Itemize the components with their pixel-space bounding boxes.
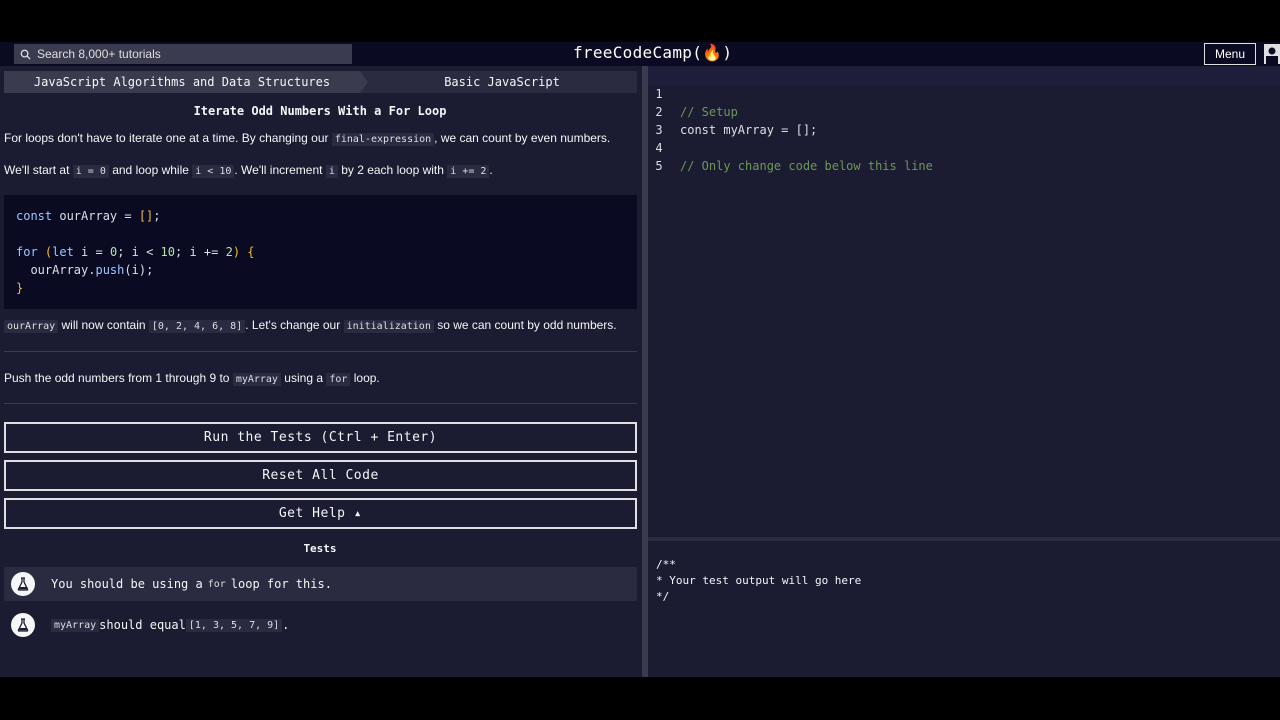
code-token: (i); [124,263,154,277]
text: so we can count by odd numbers. [433,318,617,332]
divider [4,403,637,404]
inline-code: ourArray [4,320,59,333]
fcc-logo[interactable]: freeCodeCamp(🔥) [573,43,732,62]
text: by 2 each loop with [337,163,448,177]
code-token: ; i += [175,245,226,259]
inline-code: myArray [232,373,281,386]
inline-code: myArray [51,618,100,632]
breadcrumb-arrow [360,71,368,93]
text: . Let's change our [245,318,344,332]
line-number: 5 [655,159,663,173]
line-content[interactable]: // Only change code below this line [680,157,933,175]
inline-code: for [204,577,229,591]
search-icon [20,49,31,60]
text: loop for this. [230,577,332,591]
text: . We'll increment [234,163,326,177]
text: You should be using a [51,577,203,591]
code-token: ; i < [117,245,161,259]
editor-line[interactable]: 4 // Only change code below this line [648,121,1280,173]
paragraph-3: ourArray will now contain [0, 2, 4, 6, 8… [4,317,617,335]
paragraph-1: For loops don't have to iterate one at a… [4,130,610,148]
code-token: let [52,245,74,259]
code-token: } [16,281,24,295]
flask-icon [11,572,35,596]
code-token: ) { [232,245,255,259]
flask-icon [11,613,35,637]
text: will now contain [58,318,149,332]
top-nav: Search 8,000+ tutorials freeCodeCamp(🔥) … [0,42,1280,66]
get-help-button[interactable]: Get Help ▴ [4,498,637,529]
search-input[interactable]: Search 8,000+ tutorials [37,47,161,61]
editor-line[interactable]: 2 const myArray = []; [648,85,1280,137]
editor-line[interactable]: 5 [648,139,1280,173]
divider [4,351,637,352]
inline-code: i = 0 [72,165,109,178]
code-token: 10 [160,245,175,259]
text: should equal [99,618,186,632]
reset-code-button[interactable]: Reset All Code [4,460,637,491]
tests-heading: Tests [303,542,337,555]
text: , we can count by even numbers. [434,131,611,145]
text: Push the odd numbers from 1 through 9 to [4,371,233,385]
code-token: const [16,209,53,223]
editor-line[interactable]: 1 // Setup [648,67,1280,119]
menu-button[interactable]: Menu [1204,43,1256,65]
avatar-icon[interactable] [1264,44,1280,64]
text: and loop while [108,163,193,177]
code-token: i = [73,245,110,259]
code-editor[interactable]: 1 // Setup 2 const myArray = []; 3 4 // … [648,66,1280,537]
test-output-console: /** * Your test output will go here */ [648,541,1280,677]
text: . [489,163,493,177]
code-token: push [95,263,125,277]
code-token: ; [153,209,161,223]
inline-code: i += 2 [447,165,490,178]
text: loop. [350,371,380,385]
code-token: ourArray = [52,209,139,223]
inline-code: initialization [343,320,434,333]
paragraph-4: Push the odd numbers from 1 through 9 to… [4,370,380,388]
inline-code: for [326,373,351,386]
code-token: for [16,245,38,259]
code-token: [] [138,209,154,223]
test-item: You should be using a for loop for this. [4,567,637,601]
inline-code: [0, 2, 4, 6, 8] [148,320,246,333]
text: For loops don't have to iterate one at a… [4,131,332,145]
inline-code: i [325,165,338,178]
breadcrumb: JavaScript Algorithms and Data Structure… [4,71,637,93]
text: . [282,618,290,632]
paragraph-2: We'll start at i = 0 and loop while i < … [4,162,493,180]
run-tests-button[interactable]: Run the Tests (Ctrl + Enter) [4,422,637,453]
search-bar[interactable]: Search 8,000+ tutorials [14,44,352,64]
text: using a [280,371,327,385]
instructions-pane: JavaScript Algorithms and Data Structure… [0,66,642,677]
breadcrumb-block[interactable]: Basic JavaScript [368,71,636,93]
challenge-title: Iterate Odd Numbers With a For Loop [193,104,447,118]
inline-code: final-expression [331,133,435,146]
test-item: myArray should equal [1, 3, 5, 7, 9]. [4,608,637,642]
example-code-block: const ourArray = []; for (let i = 0; i <… [4,195,637,309]
text: We'll start at [4,163,73,177]
inline-code: [1, 3, 5, 7, 9] [185,618,283,632]
code-token: ( [37,245,53,259]
inline-code: i < 10 [192,165,235,178]
breadcrumb-superblock[interactable]: JavaScript Algorithms and Data Structure… [4,71,360,93]
code-token: 2 [225,245,233,259]
code-token: ourArray. [16,263,96,277]
editor-line[interactable]: 3 [648,103,1280,137]
